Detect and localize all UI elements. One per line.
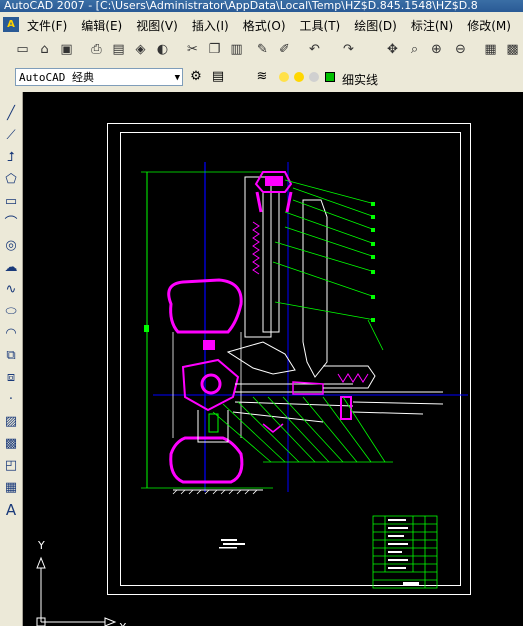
polyline-icon[interactable]: ⮥ <box>3 150 19 166</box>
standard-toolbar: ▭ ⌂ ▣ ⎙ ▤ ◈ ◐ ✂ ❐ ▥ ✎ ✐ ↶ ↷ ✥ ⌕ ⊕ ⊖ ▦ ▩ <box>0 37 523 65</box>
hatch-icon[interactable]: ▨ <box>3 414 19 430</box>
ellipse-icon[interactable]: ⬭ <box>3 304 19 320</box>
layer-name[interactable]: 细实线 <box>342 71 378 88</box>
menu-file[interactable]: 文件(F) <box>27 17 67 34</box>
construction-line-icon[interactable]: ⟋ <box>3 128 19 144</box>
polygon-icon[interactable]: ⬠ <box>3 172 19 188</box>
undo-icon[interactable]: ↶ <box>306 41 323 58</box>
rectangle-icon[interactable]: ▭ <box>3 194 19 210</box>
menu-modify[interactable]: 修改(M) <box>467 17 511 34</box>
publish-icon[interactable]: ◈ <box>132 41 149 58</box>
drawing-canvas[interactable]: Y X <box>23 92 523 626</box>
suspension-assembly-drawing <box>36 162 468 626</box>
lightbulb-icon[interactable] <box>279 72 289 82</box>
point-icon[interactable]: · <box>3 392 19 408</box>
draw-toolbar: ╱ ⟋ ⮥ ⬠ ▭ ⌒ ◎ ☁ ∿ ⬭ ◠ ⧉ ⧈ · ▨ ▩ ◰ ▦ A <box>0 92 23 626</box>
workspace-save-icon[interactable]: ▤ <box>210 69 226 85</box>
ucs-y-label: Y <box>38 539 45 552</box>
properties-icon[interactable]: ▦ <box>482 41 499 58</box>
menu-format[interactable]: 格式(O) <box>243 17 286 34</box>
multiline-text-icon[interactable]: A <box>3 502 19 518</box>
layer-manager-icon[interactable]: ≋ <box>254 69 270 85</box>
paste-icon[interactable]: ▥ <box>228 41 245 58</box>
ellipse-arc-icon[interactable]: ◠ <box>3 326 19 342</box>
menu-edit[interactable]: 编辑(E) <box>81 17 122 34</box>
redo-icon[interactable]: ↷ <box>340 41 357 58</box>
zoom-window-icon[interactable]: ⊕ <box>428 41 445 58</box>
window-title-bar: AutoCAD 2007 - [C:\Users\Administrator\A… <box>0 0 523 12</box>
menu-bar: A 文件(F) 编辑(E) 视图(V) 插入(I) 格式(O) 工具(T) 绘图… <box>0 12 523 38</box>
window-title: AutoCAD 2007 - [C:\Users\Administrator\A… <box>4 0 478 12</box>
pan-icon[interactable]: ✥ <box>384 41 401 58</box>
3d-dwf-icon[interactable]: ◐ <box>154 41 171 58</box>
menu-tools[interactable]: 工具(T) <box>300 17 341 34</box>
make-block-icon[interactable]: ⧈ <box>3 370 19 386</box>
save-icon[interactable]: ▣ <box>58 41 75 58</box>
insert-block-icon[interactable]: ⧉ <box>3 348 19 364</box>
region-icon[interactable]: ◰ <box>3 458 19 474</box>
menu-insert[interactable]: 插入(I) <box>192 17 229 34</box>
gradient-icon[interactable]: ▩ <box>3 436 19 452</box>
table-icon[interactable]: ▦ <box>3 480 19 496</box>
workspace-dropdown[interactable]: AutoCAD 经典 ▼ <box>15 68 183 86</box>
copy-icon[interactable]: ❐ <box>206 41 223 58</box>
menu-draw[interactable]: 绘图(D) <box>354 17 397 34</box>
print-icon[interactable]: ⎙ <box>88 41 105 58</box>
menu-dimension[interactable]: 标注(N) <box>411 17 453 34</box>
revision-cloud-icon[interactable]: ☁ <box>3 260 19 276</box>
title-block <box>372 515 438 589</box>
layer-color-swatch <box>325 72 335 82</box>
zoom-realtime-icon[interactable]: ⌕ <box>406 41 423 58</box>
ucs-x-label: X <box>119 621 127 626</box>
ucs-icon <box>36 556 117 626</box>
arc-icon[interactable]: ⌒ <box>3 216 19 232</box>
menu-view[interactable]: 视图(V) <box>136 17 178 34</box>
workspace-layer-toolbar: AutoCAD 经典 ▼ ⚙ ▤ ≋ 细实线 <box>0 64 523 93</box>
workspace-value: AutoCAD 经典 <box>19 71 94 84</box>
block-editor-icon[interactable]: ✐ <box>276 41 293 58</box>
spline-icon[interactable]: ∿ <box>3 282 19 298</box>
cut-icon[interactable]: ✂ <box>184 41 201 58</box>
match-properties-icon[interactable]: ✎ <box>254 41 271 58</box>
lock-icon[interactable] <box>309 72 319 82</box>
line-icon[interactable]: ╱ <box>3 106 19 122</box>
zoom-previous-icon[interactable]: ⊖ <box>452 41 469 58</box>
autocad-logo-icon[interactable]: A <box>3 17 19 32</box>
design-center-icon[interactable]: ▩ <box>504 41 521 58</box>
circle-icon[interactable]: ◎ <box>3 238 19 254</box>
new-file-icon[interactable]: ▭ <box>14 41 31 58</box>
workspace-settings-icon[interactable]: ⚙ <box>188 69 204 85</box>
chevron-down-icon: ▼ <box>174 73 180 83</box>
sun-freeze-icon[interactable] <box>294 72 304 82</box>
open-folder-icon[interactable]: ⌂ <box>36 41 53 58</box>
print-preview-icon[interactable]: ▤ <box>110 41 127 58</box>
